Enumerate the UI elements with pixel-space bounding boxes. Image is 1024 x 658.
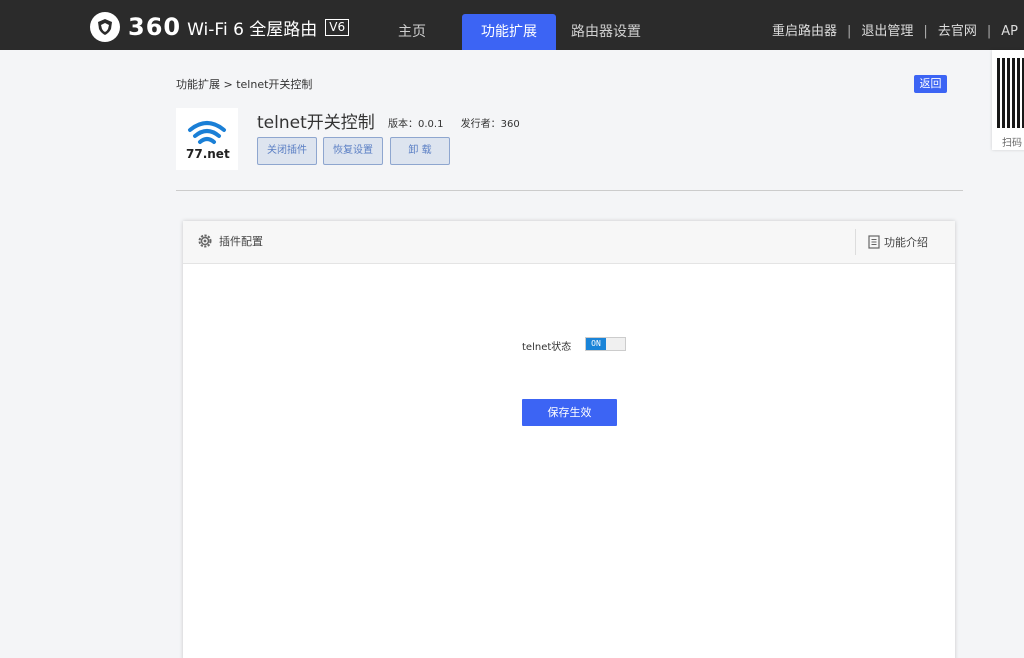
logo-version: V6	[325, 18, 350, 36]
header-separator	[855, 229, 856, 255]
document-icon	[868, 235, 880, 249]
top-nav-bar: 360 Wi-Fi 6 全屋路由 V6 主页 功能扩展 路由器设置 重启路由器 |…	[0, 0, 1024, 50]
logo[interactable]: 360 Wi-Fi 6 全屋路由 V6	[90, 12, 350, 42]
plugin-title: telnet开关控制	[257, 113, 375, 133]
top-right-links: 重启路由器 | 退出管理 | 去官网 | AP	[772, 14, 1024, 50]
restore-settings-button[interactable]: 恢复设置	[323, 137, 383, 165]
plugin-logo: 77.net	[176, 108, 238, 170]
official-site-link[interactable]: 去官网	[938, 24, 977, 39]
feature-intro-label: 功能介绍	[884, 236, 928, 249]
save-apply-button[interactable]: 保存生效	[522, 399, 617, 426]
logo-number: 360	[128, 13, 182, 41]
separator: |	[986, 24, 992, 39]
tab-extensions[interactable]: 功能扩展	[462, 14, 556, 50]
plugin-config-panel: 插件配置 功能介绍 telnet状态 ON 保存生效	[183, 221, 955, 658]
separator: |	[847, 24, 852, 39]
disable-plugin-button[interactable]: 关闭插件	[257, 137, 317, 165]
feature-intro-link[interactable]: 功能介绍	[868, 234, 928, 250]
plugin-publisher: 发行者：360	[460, 119, 520, 130]
breadcrumb: 功能扩展 > telnet开关控制	[176, 78, 313, 91]
plugin-version: 版本：0.0.1	[388, 119, 444, 130]
tab-home[interactable]: 主页	[383, 14, 441, 50]
uninstall-button[interactable]: 卸 载	[390, 137, 450, 165]
gear-icon	[198, 234, 212, 248]
panel-header: 插件配置 功能介绍	[183, 221, 955, 264]
qr-code-icon	[997, 58, 1024, 128]
tab-router-settings[interactable]: 路由器设置	[566, 14, 646, 50]
toggle-on-indicator: ON	[586, 338, 606, 350]
plugin-logo-text: 77.net	[186, 147, 230, 161]
separator: |	[923, 24, 928, 39]
plugin-config-label: 插件配置	[219, 235, 263, 248]
back-button[interactable]: 返回	[914, 75, 947, 93]
logo-text: Wi-Fi 6 全屋路由	[187, 19, 318, 40]
shield-logo-icon	[90, 12, 120, 42]
qr-code-widget[interactable]: 扫码	[992, 50, 1024, 150]
plugin-config-tab[interactable]: 插件配置	[197, 233, 263, 249]
app-link[interactable]: AP	[1001, 24, 1018, 39]
divider	[176, 190, 963, 191]
qr-label: 扫码	[1002, 138, 1022, 149]
logout-link[interactable]: 退出管理	[861, 24, 913, 39]
reboot-router-link[interactable]: 重启路由器	[772, 24, 837, 39]
telnet-status-label: telnet状态	[522, 342, 572, 353]
telnet-toggle[interactable]: ON	[585, 337, 626, 351]
plugin-meta: 版本：0.0.1 发行者：360	[388, 115, 534, 130]
